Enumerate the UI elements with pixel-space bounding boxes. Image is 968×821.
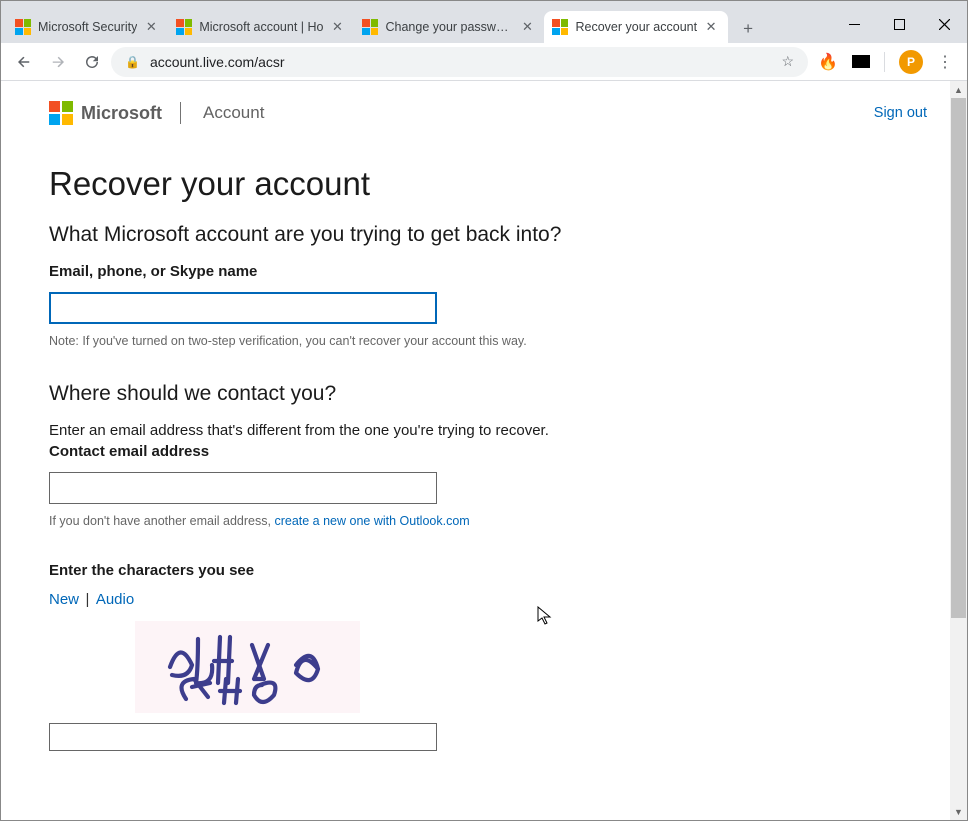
two-step-note: Note: If you've turned on two-step verif… — [49, 334, 919, 348]
question-heading: What Microsoft account are you trying to… — [49, 223, 919, 247]
extension-card-icon[interactable] — [852, 55, 870, 68]
close-icon[interactable]: ✕ — [144, 20, 158, 34]
scroll-up-icon[interactable]: ▲ — [950, 81, 967, 98]
contact-note: If you don't have another email address,… — [49, 514, 919, 528]
close-window-button[interactable] — [922, 9, 967, 39]
captcha-controls: New | Audio — [49, 591, 919, 609]
section-contact: Where should we contact you? Enter an em… — [49, 382, 919, 528]
captcha-input[interactable] — [49, 723, 437, 751]
kebab-menu-icon[interactable]: ⋮ — [937, 52, 953, 72]
browser-toolbar: 🔒 account.live.com/acsr ☆ 🔥 P ⋮ — [1, 43, 967, 81]
extension-icons: 🔥 P ⋮ — [812, 50, 959, 74]
separator — [884, 52, 885, 72]
maximize-button[interactable] — [877, 9, 922, 39]
account-id-input[interactable] — [49, 292, 437, 324]
site-header: Microsoft Account Sign out — [1, 81, 967, 137]
titlebar — [1, 1, 967, 9]
close-icon[interactable]: ✕ — [330, 20, 344, 34]
close-icon[interactable]: ✕ — [704, 20, 718, 34]
tab-title: Microsoft account | Ho — [199, 20, 323, 34]
brand-separator — [180, 102, 181, 124]
pipe-separator: | — [85, 591, 89, 608]
captcha-new-link[interactable]: New — [49, 591, 79, 608]
captcha-image — [135, 621, 360, 713]
create-outlook-link[interactable]: create a new one with Outlook.com — [274, 514, 469, 528]
main-content: Recover your account What Microsoft acco… — [1, 137, 967, 751]
new-tab-button[interactable]: + — [734, 15, 762, 43]
account-id-label: Email, phone, or Skype name — [49, 263, 919, 280]
microsoft-icon — [362, 19, 378, 35]
tabstrip: Microsoft Security ✕ Microsoft account |… — [1, 9, 967, 43]
section-captcha: Enter the characters you see New | Audio — [49, 562, 919, 751]
microsoft-icon — [552, 19, 568, 35]
microsoft-logo-icon — [49, 101, 73, 125]
tab-0[interactable]: Microsoft Security ✕ — [7, 11, 168, 43]
profile-avatar[interactable]: P — [899, 50, 923, 74]
brand-name: Microsoft — [81, 103, 162, 124]
extension-fire-icon[interactable]: 🔥 — [818, 52, 838, 72]
close-icon[interactable]: ✕ — [520, 20, 534, 34]
page-viewport: Microsoft Account Sign out Recover your … — [1, 81, 967, 820]
tab-title: Microsoft Security — [38, 20, 137, 34]
minimize-button[interactable] — [832, 9, 877, 39]
section-account-identifier: What Microsoft account are you trying to… — [49, 223, 919, 348]
url-text: account.live.com/acsr — [150, 54, 772, 70]
contact-email-input[interactable] — [49, 472, 437, 504]
bookmark-icon[interactable]: ☆ — [782, 53, 795, 70]
tab-title: Change your password — [385, 20, 513, 34]
page-title: Recover your account — [49, 165, 919, 203]
address-bar[interactable]: 🔒 account.live.com/acsr ☆ — [111, 47, 808, 77]
contact-note-text: If you don't have another email address, — [49, 514, 274, 528]
scroll-down-icon[interactable]: ▼ — [950, 803, 967, 820]
microsoft-icon — [15, 19, 31, 35]
microsoft-icon — [176, 19, 192, 35]
captcha-label: Enter the characters you see — [49, 562, 919, 579]
captcha-audio-link[interactable]: Audio — [96, 591, 134, 608]
contact-heading: Where should we contact you? — [49, 382, 919, 406]
browser-chrome: Microsoft Security ✕ Microsoft account |… — [1, 1, 967, 81]
scroll-thumb[interactable] — [951, 98, 966, 618]
page-content: Microsoft Account Sign out Recover your … — [1, 81, 967, 820]
lock-icon: 🔒 — [125, 55, 140, 69]
forward-button[interactable] — [43, 47, 73, 77]
tab-title: Recover your account — [575, 20, 697, 34]
tab-2[interactable]: Change your password ✕ — [354, 11, 544, 43]
sign-out-link[interactable]: Sign out — [874, 105, 927, 121]
reload-button[interactable] — [77, 47, 107, 77]
brand-block: Microsoft Account — [49, 101, 264, 125]
window-controls — [832, 9, 967, 39]
contact-desc: Enter an email address that's different … — [49, 422, 919, 439]
tab-1[interactable]: Microsoft account | Ho ✕ — [168, 11, 354, 43]
vertical-scrollbar[interactable]: ▲ ▼ — [950, 81, 967, 820]
back-button[interactable] — [9, 47, 39, 77]
contact-email-label: Contact email address — [49, 443, 919, 460]
brand-section: Account — [203, 103, 264, 123]
tab-3[interactable]: Recover your account ✕ — [544, 11, 728, 43]
